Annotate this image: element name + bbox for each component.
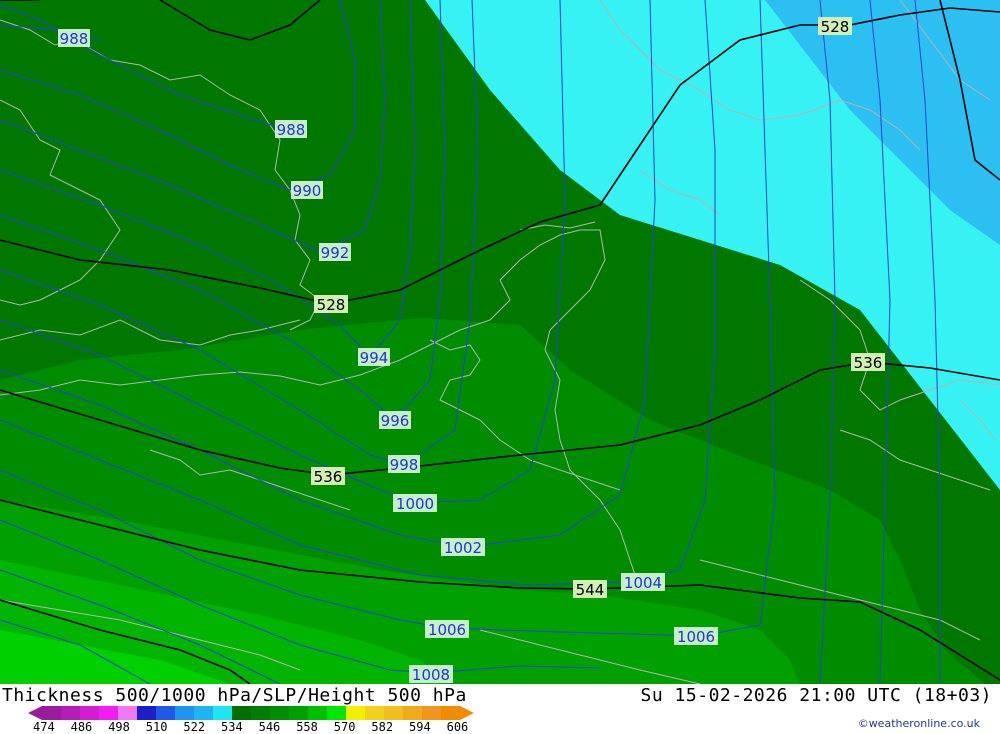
scale-swatch bbox=[99, 706, 119, 720]
scale-swatch bbox=[118, 706, 138, 720]
scale-swatch bbox=[251, 706, 271, 720]
scale-swatch bbox=[365, 706, 385, 720]
color-scale-bar bbox=[28, 706, 474, 720]
slp-label: 1006 bbox=[428, 621, 466, 639]
forecast-datetime: Su 15-02-2026 21:00 UTC (18+03) bbox=[640, 685, 992, 706]
scale-swatch bbox=[441, 706, 461, 720]
scale-swatch bbox=[384, 706, 404, 720]
scale-tick-label: 510 bbox=[145, 720, 168, 734]
scale-tick-label: 498 bbox=[108, 720, 130, 734]
thickness-label: 536 bbox=[854, 354, 883, 372]
slp-label: 1004 bbox=[624, 574, 662, 592]
scale-swatch bbox=[346, 706, 366, 720]
slp-label: 990 bbox=[293, 182, 322, 200]
slp-label: 1008 bbox=[412, 666, 450, 684]
scale-swatch bbox=[156, 706, 176, 720]
scale-swatch bbox=[42, 706, 62, 720]
slp-label: 988 bbox=[277, 121, 306, 139]
scale-tick-label: 534 bbox=[221, 720, 243, 734]
scale-tick-label: 594 bbox=[409, 720, 431, 734]
slp-label: 988 bbox=[60, 30, 89, 48]
scale-swatch bbox=[175, 706, 195, 720]
scale-swatch bbox=[289, 706, 309, 720]
scale-tick-label: 570 bbox=[333, 720, 356, 734]
scale-tick-label: 522 bbox=[183, 720, 206, 734]
scale-swatch bbox=[80, 706, 100, 720]
slp-label: 992 bbox=[321, 244, 350, 262]
scale-swatch bbox=[422, 706, 442, 720]
scale-tick-label: 558 bbox=[296, 720, 318, 734]
scale-swatch bbox=[308, 706, 328, 720]
credit-link[interactable]: ©weatheronline.co.uk bbox=[858, 717, 980, 730]
scale-swatch bbox=[194, 706, 214, 720]
color-scale-labels: 474 486 498 510 522 534 546 558 570 582 594 606 bbox=[0, 720, 520, 734]
weather-map: 988 988 990 992 994 996 998 1000 1002 10… bbox=[0, 0, 1000, 684]
scale-tick-label: 546 bbox=[258, 720, 281, 734]
scale-swatch bbox=[232, 706, 252, 720]
scale-tick-label: 486 bbox=[70, 720, 93, 734]
map-footer: Thickness 500/1000 hPa/SLP/Height 500 hP… bbox=[0, 684, 1000, 734]
slp-label: 1000 bbox=[396, 495, 434, 513]
scale-arrow-right bbox=[460, 706, 474, 720]
thickness-label: 544 bbox=[576, 581, 605, 599]
scale-swatch bbox=[61, 706, 81, 720]
slp-label: 996 bbox=[381, 412, 410, 430]
slp-label: 994 bbox=[360, 349, 389, 367]
scale-tick-label: 606 bbox=[446, 720, 469, 734]
scale-swatch bbox=[270, 706, 290, 720]
thickness-label: 528 bbox=[821, 18, 850, 36]
scale-tick-label: 582 bbox=[371, 720, 394, 734]
thickness-label: 536 bbox=[314, 468, 343, 486]
slp-label: 1002 bbox=[444, 539, 482, 557]
slp-label: 998 bbox=[390, 456, 419, 474]
slp-label: 1006 bbox=[677, 628, 715, 646]
scale-tick-label: 474 bbox=[33, 720, 55, 734]
map-title: Thickness 500/1000 hPa/SLP/Height 500 hP… bbox=[2, 685, 467, 706]
map-canvas: 988 988 990 992 994 996 998 1000 1002 10… bbox=[0, 0, 1000, 684]
scale-swatch bbox=[403, 706, 423, 720]
scale-swatch bbox=[137, 706, 157, 720]
thickness-label: 528 bbox=[317, 296, 346, 314]
scale-swatch bbox=[327, 706, 347, 720]
scale-swatch bbox=[213, 706, 233, 720]
scale-arrow-left bbox=[28, 706, 42, 720]
